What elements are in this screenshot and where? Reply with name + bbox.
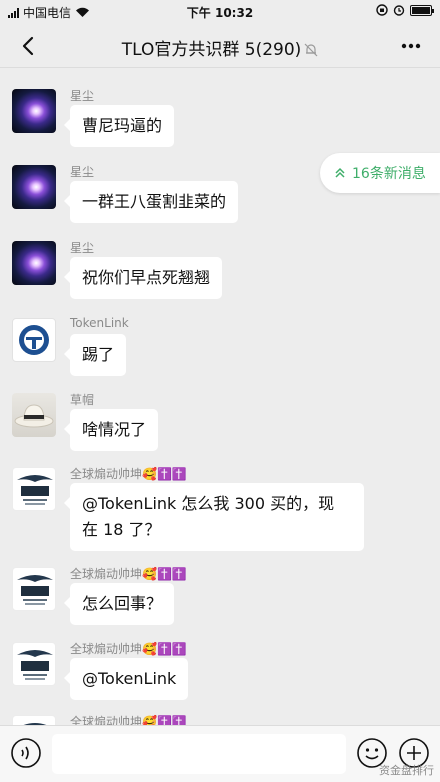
more-icon[interactable]	[396, 31, 426, 61]
sender-name: 草帽	[70, 393, 95, 407]
sender-name: 全球煽动帅坤🥰✝️✝️	[70, 642, 187, 656]
message-line: @TokenLink 怎么我 300 买的，现	[82, 494, 335, 513]
new-messages-pill[interactable]: 16条新消息	[320, 153, 440, 193]
sender-name: 星尘	[70, 165, 95, 179]
status-time: 下午 10:32	[186, 6, 254, 20]
dream-logo-icon	[17, 575, 53, 605]
message-bubble[interactable]: @TokenLink 怎么我 300 买的，现 在 18 了？	[64, 483, 364, 551]
dream-logo-icon	[23, 723, 47, 725]
battery-icon	[410, 4, 434, 16]
avatar-xingchen[interactable]	[12, 165, 56, 209]
input-bar: 资金盘排行	[0, 725, 440, 782]
dream-logo-icon	[17, 650, 53, 680]
dream-logo-icon	[17, 475, 53, 505]
tokenlink-logo-icon	[19, 325, 49, 355]
straw-hat-icon	[14, 404, 54, 428]
chat-title: TLO官方共识群 5(290)	[121, 40, 302, 60]
status-bar: 中国电信 下午 10:32	[0, 0, 440, 24]
new-messages-label: 16条新消息	[352, 166, 426, 182]
sender-name: 全球煽动帅坤🥰✝️✝️	[70, 567, 187, 581]
message-bubble[interactable]: 祝你们早点死翘翘	[63, 257, 223, 299]
chat-area[interactable]: 星尘 曹尼玛逼的 星尘 一群王八蛋割韭菜的 星尘 祝你们早点死翘翘 TokenL…	[0, 69, 440, 725]
message-bubble[interactable]: 怎么回事？	[63, 583, 175, 625]
status-right	[376, 4, 434, 16]
message-bubble[interactable]: 曹尼玛逼的	[63, 105, 175, 147]
sender-name: 全球煽动帅坤🥰✝️✝️	[70, 467, 187, 481]
avatar-shuaikun[interactable]	[12, 715, 56, 725]
message-bubble[interactable]: 啥情况了	[63, 409, 159, 451]
message-input[interactable]	[52, 734, 346, 774]
voice-icon[interactable]	[10, 737, 42, 769]
chat-title-wrap: TLO官方共识群 5(290)	[60, 35, 380, 60]
message-bubble[interactable]: 踢了	[63, 334, 127, 376]
avatar-shuaikun[interactable]	[12, 567, 56, 611]
sender-name: 全球煽动帅坤🥰✝️✝️	[70, 715, 187, 725]
avatar-shuaikun[interactable]	[12, 467, 56, 511]
message-bubble[interactable]: 一群王八蛋割韭菜的	[63, 181, 239, 223]
avatar-xingchen[interactable]	[12, 241, 56, 285]
avatar-xingchen[interactable]	[12, 89, 56, 133]
message-line: 在 18 了？	[82, 520, 161, 539]
double-chevron-up-icon	[335, 167, 345, 178]
avatar-tokenlink[interactable]	[12, 318, 56, 362]
avatar-shuaikun[interactable]	[12, 642, 56, 686]
alarm-icon	[393, 5, 405, 16]
orientation-lock-icon	[376, 4, 388, 16]
watermark: 资金盘排行	[379, 764, 434, 777]
sender-name: 星尘	[70, 241, 95, 255]
sender-name: TokenLink	[70, 316, 129, 330]
mute-icon	[304, 43, 318, 57]
sender-name: 星尘	[70, 89, 95, 103]
avatar-caomao[interactable]	[12, 393, 56, 437]
chat-header: TLO官方共识群 5(290)	[0, 24, 440, 68]
message-bubble[interactable]: @TokenLink	[63, 658, 189, 700]
back-icon[interactable]	[14, 31, 44, 61]
